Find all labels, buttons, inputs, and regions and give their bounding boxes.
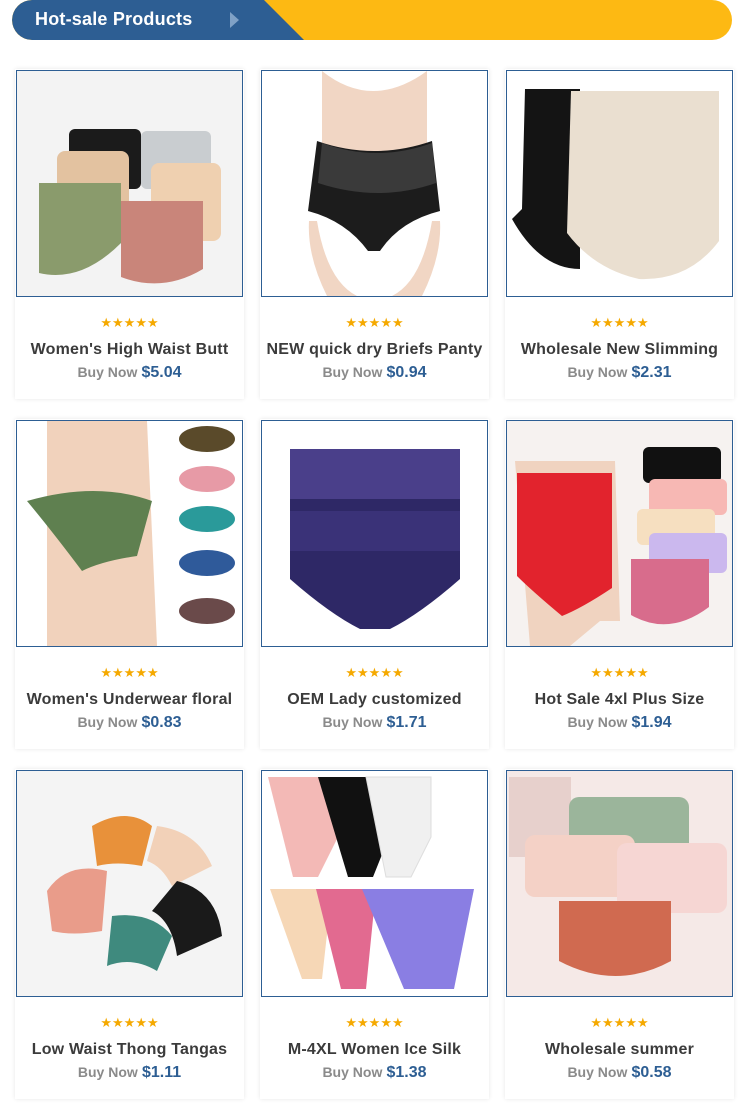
price-line: Buy Now $2.31 xyxy=(505,364,734,382)
product-name[interactable]: OEM Lady customized xyxy=(260,691,489,709)
product-image[interactable] xyxy=(16,770,243,997)
rating-stars: ★★★★★ xyxy=(590,665,649,680)
section-title: Hot-sale Products xyxy=(35,9,193,29)
product-name[interactable]: NEW quick dry Briefs Panty xyxy=(260,341,489,359)
product-card[interactable]: ★★★★★ Women's Underwear floral Buy Now $… xyxy=(15,419,244,749)
product-price: $1.38 xyxy=(386,1064,427,1081)
rating-stars: ★★★★★ xyxy=(100,315,159,330)
price-line: Buy Now $1.71 xyxy=(260,714,489,732)
product-card[interactable]: ★★★★★ Women's High Waist Butt Buy Now $5… xyxy=(15,69,244,399)
product-name[interactable]: Women's Underwear floral xyxy=(15,691,244,709)
price-line: Buy Now $1.94 xyxy=(505,714,734,732)
product-image[interactable] xyxy=(16,70,243,297)
product-name[interactable]: Wholesale summer xyxy=(505,1041,734,1059)
product-price: $2.31 xyxy=(631,364,672,381)
buy-now-link[interactable]: Buy Now xyxy=(77,714,137,730)
product-price: $5.04 xyxy=(141,364,182,381)
product-image[interactable] xyxy=(261,420,488,647)
price-line: Buy Now $1.11 xyxy=(15,1064,244,1082)
price-line: Buy Now $0.83 xyxy=(15,714,244,732)
product-image[interactable] xyxy=(261,770,488,997)
product-price: $1.94 xyxy=(631,714,672,731)
product-card[interactable]: ★★★★★ M-4XL Women Ice Silk Buy Now $1.38 xyxy=(260,769,489,1099)
product-card[interactable]: ★★★★★ Low Waist Thong Tangas Buy Now $1.… xyxy=(15,769,244,1099)
product-image[interactable] xyxy=(506,770,733,997)
product-image[interactable] xyxy=(16,420,243,647)
price-line: Buy Now $0.94 xyxy=(260,364,489,382)
product-name[interactable]: Wholesale New Slimming xyxy=(505,341,734,359)
product-price: $1.11 xyxy=(141,1064,182,1081)
product-card[interactable]: ★★★★★ Hot Sale 4xl Plus Size Buy Now $1.… xyxy=(505,419,734,749)
product-price: $0.94 xyxy=(386,364,427,381)
section-header-bar: Hot-sale Products xyxy=(12,0,732,40)
play-arrow-icon xyxy=(230,12,239,28)
buy-now-link[interactable]: Buy Now xyxy=(322,364,382,380)
rating-stars: ★★★★★ xyxy=(590,1015,649,1030)
rating-stars: ★★★★★ xyxy=(345,1015,404,1030)
product-price: $0.83 xyxy=(141,714,182,731)
product-card[interactable]: ★★★★★ Wholesale New Slimming Buy Now $2.… xyxy=(505,69,734,399)
price-line: Buy Now $0.58 xyxy=(505,1064,734,1082)
buy-now-link[interactable]: Buy Now xyxy=(567,714,627,730)
buy-now-link[interactable]: Buy Now xyxy=(322,1064,382,1080)
product-price: $0.58 xyxy=(631,1064,672,1081)
product-name[interactable]: M-4XL Women Ice Silk xyxy=(260,1041,489,1059)
product-name[interactable]: Women's High Waist Butt xyxy=(15,341,244,359)
product-image[interactable] xyxy=(506,70,733,297)
buy-now-link[interactable]: Buy Now xyxy=(567,1064,627,1080)
buy-now-link[interactable]: Buy Now xyxy=(567,364,627,380)
rating-stars: ★★★★★ xyxy=(100,1015,159,1030)
product-card[interactable]: ★★★★★ Wholesale summer Buy Now $0.58 xyxy=(505,769,734,1099)
product-image[interactable] xyxy=(506,420,733,647)
rating-stars: ★★★★★ xyxy=(590,315,649,330)
product-card[interactable]: ★★★★★ OEM Lady customized Buy Now $1.71 xyxy=(260,419,489,749)
product-name[interactable]: Hot Sale 4xl Plus Size xyxy=(505,691,734,709)
product-image[interactable] xyxy=(261,70,488,297)
price-line: Buy Now $1.38 xyxy=(260,1064,489,1082)
buy-now-link[interactable]: Buy Now xyxy=(77,364,137,380)
product-name[interactable]: Low Waist Thong Tangas xyxy=(15,1041,244,1059)
buy-now-link[interactable]: Buy Now xyxy=(322,714,382,730)
rating-stars: ★★★★★ xyxy=(100,665,159,680)
price-line: Buy Now $5.04 xyxy=(15,364,244,382)
product-card[interactable]: ★★★★★ NEW quick dry Briefs Panty Buy Now… xyxy=(260,69,489,399)
rating-stars: ★★★★★ xyxy=(345,315,404,330)
rating-stars: ★★★★★ xyxy=(345,665,404,680)
buy-now-link[interactable]: Buy Now xyxy=(78,1064,138,1080)
product-price: $1.71 xyxy=(386,714,427,731)
